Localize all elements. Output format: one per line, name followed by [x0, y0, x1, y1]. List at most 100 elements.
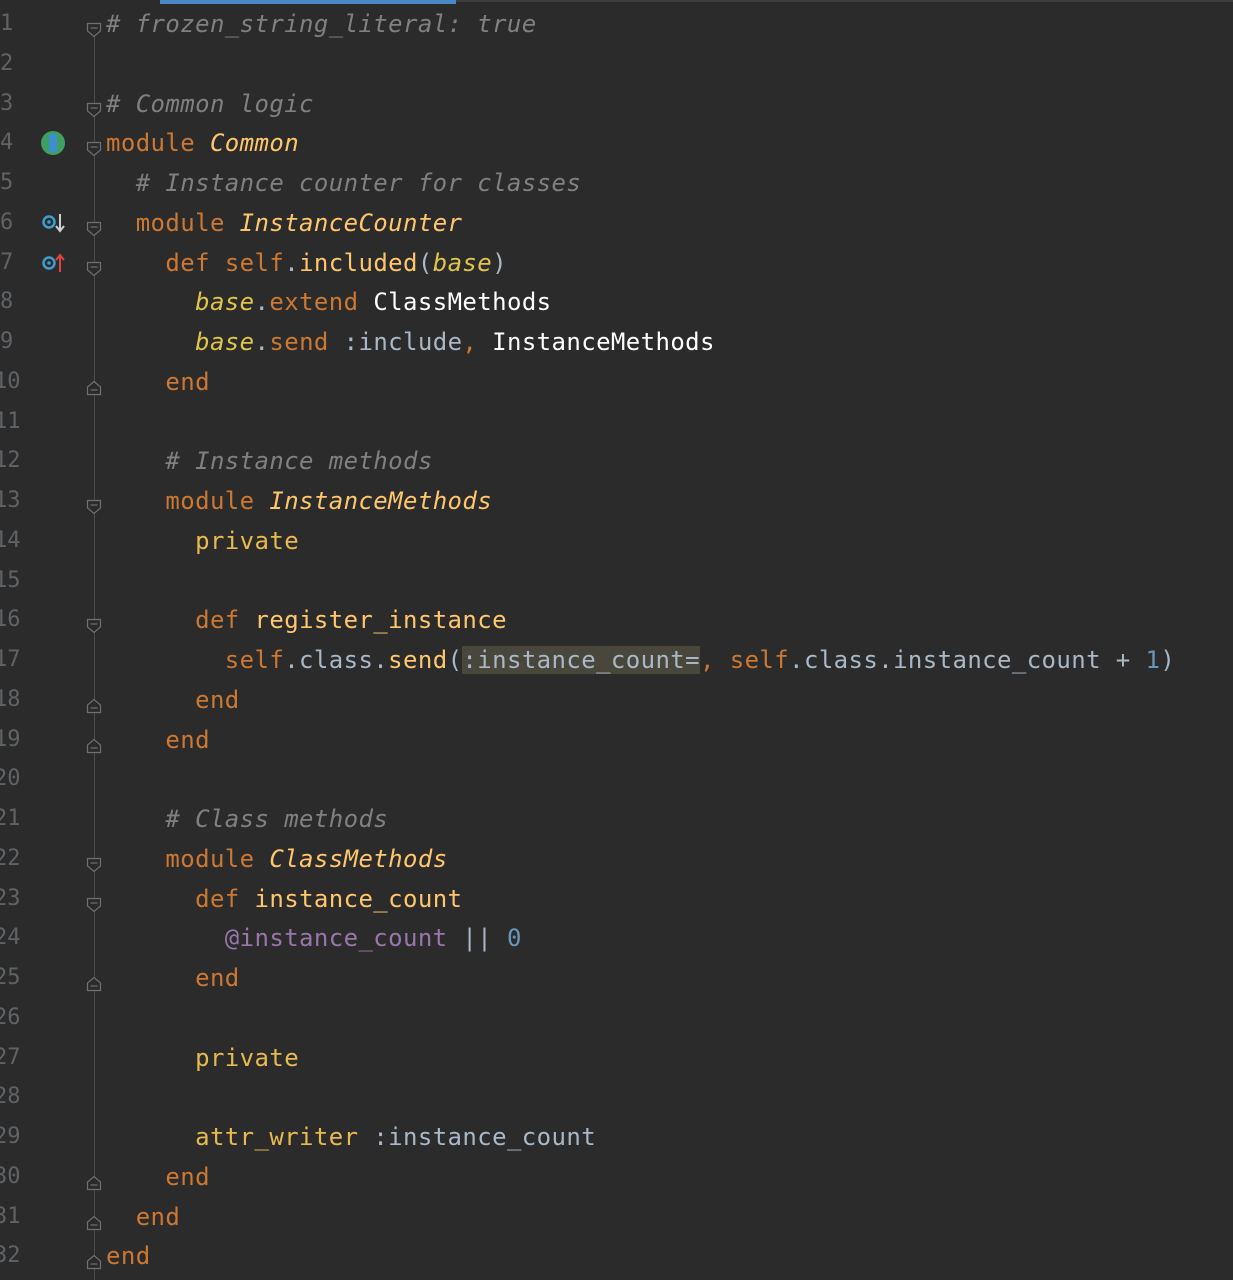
line-number[interactable]: 7 — [0, 250, 30, 275]
code-text[interactable]: end — [106, 725, 210, 755]
code-text[interactable]: # Instance methods — [106, 446, 433, 476]
implemented-module-icon[interactable] — [40, 130, 66, 156]
code-line[interactable]: 28 — [0, 1077, 1233, 1117]
code-text[interactable]: # frozen_string_literal: true — [106, 9, 537, 39]
line-number[interactable]: 21 — [0, 807, 24, 831]
line-number[interactable]: 32 — [0, 1244, 24, 1268]
code-line[interactable]: 21 # Class methods — [0, 799, 1233, 839]
fold-open-icon[interactable] — [86, 493, 102, 515]
code-text[interactable]: end — [106, 1162, 210, 1192]
fold-open-icon[interactable] — [86, 255, 102, 276]
line-number[interactable]: 25 — [0, 966, 24, 990]
code-line[interactable]: 22 module ClassMethods — [0, 839, 1233, 879]
line-number[interactable]: 27 — [0, 1045, 24, 1070]
code-line[interactable]: 26 — [0, 998, 1233, 1038]
code-text[interactable]: module ClassMethods — [106, 844, 448, 874]
fold-open-icon[interactable] — [86, 135, 102, 157]
code-text[interactable]: self.class.send(:instance_count=, self.c… — [106, 645, 1175, 675]
fold-open-icon[interactable] — [86, 96, 102, 117]
line-number[interactable]: 3 — [0, 91, 30, 116]
code-line[interactable]: 8 base.extend ClassMethods — [0, 282, 1233, 322]
code-line[interactable]: 18 end — [0, 680, 1233, 720]
code-line[interactable]: 2 — [0, 44, 1233, 84]
fold-close-icon[interactable] — [86, 970, 102, 992]
code-line[interactable]: 23 def instance_count — [0, 879, 1233, 919]
line-number[interactable]: 18 — [0, 687, 24, 712]
code-text[interactable]: end — [106, 963, 240, 993]
code-line[interactable]: 15 — [0, 561, 1233, 601]
line-number[interactable]: 10 — [0, 369, 24, 394]
code-line[interactable]: 12 # Instance methods — [0, 441, 1233, 481]
line-number[interactable]: 28 — [0, 1085, 24, 1109]
code-line[interactable]: 11 — [0, 402, 1233, 442]
code-text[interactable]: def register_instance — [106, 605, 507, 635]
code-text[interactable]: attr_writer :instance_count — [106, 1122, 596, 1152]
code-text[interactable]: # Class methods — [106, 804, 388, 834]
fold-close-icon[interactable] — [86, 692, 102, 713]
code-line[interactable]: 13 module InstanceMethods — [0, 481, 1233, 521]
line-number[interactable]: 14 — [0, 528, 24, 553]
code-line[interactable]: 20 — [0, 759, 1233, 799]
code-line[interactable]: 17 self.class.send(:instance_count=, sel… — [0, 640, 1233, 680]
line-number[interactable]: 26 — [0, 1005, 24, 1030]
code-text[interactable]: base.send :include, InstanceMethods — [106, 327, 715, 357]
code-text[interactable]: # Instance counter for classes — [106, 168, 581, 198]
code-line[interactable]: 19 end — [0, 720, 1233, 760]
line-number[interactable]: 2 — [0, 51, 30, 76]
line-number[interactable]: 15 — [0, 568, 24, 593]
line-number[interactable]: 13 — [0, 489, 24, 513]
code-text[interactable]: private — [106, 526, 299, 556]
line-number[interactable]: 19 — [0, 727, 24, 752]
code-line[interactable]: 30 end — [0, 1157, 1233, 1197]
code-line[interactable]: 9 base.send :include, InstanceMethods — [0, 322, 1233, 362]
fold-close-icon[interactable] — [86, 1209, 102, 1230]
code-line[interactable]: 31 end — [0, 1197, 1233, 1237]
line-number[interactable]: 23 — [0, 886, 24, 911]
code-line[interactable]: 16 def register_instance — [0, 600, 1233, 640]
line-number[interactable]: 30 — [0, 1164, 24, 1189]
line-number[interactable]: 16 — [0, 608, 24, 632]
code-text[interactable]: end — [106, 1241, 151, 1271]
code-text[interactable]: base.extend ClassMethods — [106, 287, 552, 317]
code-line[interactable]: 29 attr_writer :instance_count — [0, 1117, 1233, 1157]
code-text[interactable]: module InstanceCounter — [106, 208, 462, 238]
code-text[interactable]: private — [106, 1043, 299, 1073]
line-number[interactable]: 24 — [0, 926, 24, 950]
code-text[interactable]: module InstanceMethods — [106, 486, 492, 516]
code-line[interactable]: 1 # frozen_string_literal: true — [0, 4, 1233, 44]
fold-open-icon[interactable] — [86, 215, 102, 237]
fold-close-icon[interactable] — [86, 374, 102, 395]
code-text[interactable]: end — [106, 1202, 180, 1232]
override-up-icon[interactable] — [40, 250, 66, 276]
line-number[interactable]: 8 — [0, 290, 30, 314]
line-number[interactable]: 29 — [0, 1125, 24, 1149]
code-line[interactable]: 27 private — [0, 1038, 1233, 1078]
line-number[interactable]: 4 — [0, 131, 30, 155]
code-line[interactable]: 3 # Common logic — [0, 84, 1233, 124]
code-line[interactable]: 25 end — [0, 958, 1233, 998]
code-editor[interactable]: 1 # frozen_string_literal: true 2 3 # Common… — [0, 0, 1233, 1280]
code-text[interactable]: def self.included(base) — [106, 248, 507, 278]
code-text[interactable]: module Common — [106, 128, 299, 158]
code-line[interactable]: 5 # Instance counter for classes — [0, 163, 1233, 203]
line-number[interactable]: 1 — [0, 12, 30, 36]
fold-open-icon[interactable] — [86, 16, 102, 38]
code-text[interactable]: # Common logic — [106, 89, 314, 119]
code-line[interactable]: 24 @instance_count || 0 — [0, 918, 1233, 958]
code-line[interactable]: 10 end — [0, 362, 1233, 402]
line-number[interactable]: 12 — [0, 449, 24, 473]
line-number[interactable]: 11 — [0, 409, 24, 434]
code-text[interactable]: end — [106, 367, 210, 397]
fold-close-icon[interactable] — [86, 732, 102, 753]
line-number[interactable]: 17 — [0, 648, 24, 672]
line-number[interactable]: 31 — [0, 1204, 24, 1229]
code-line[interactable]: 7 def self.included(base) — [0, 243, 1233, 283]
fold-open-icon[interactable] — [86, 851, 102, 873]
line-number[interactable]: 22 — [0, 846, 24, 871]
code-line[interactable]: 4 module Common — [0, 123, 1233, 163]
code-line[interactable]: 32 end — [0, 1236, 1233, 1276]
line-number[interactable]: 20 — [0, 767, 24, 791]
code-line[interactable]: 14 private — [0, 521, 1233, 561]
fold-open-icon[interactable] — [86, 612, 102, 634]
line-number[interactable]: 6 — [0, 210, 30, 235]
